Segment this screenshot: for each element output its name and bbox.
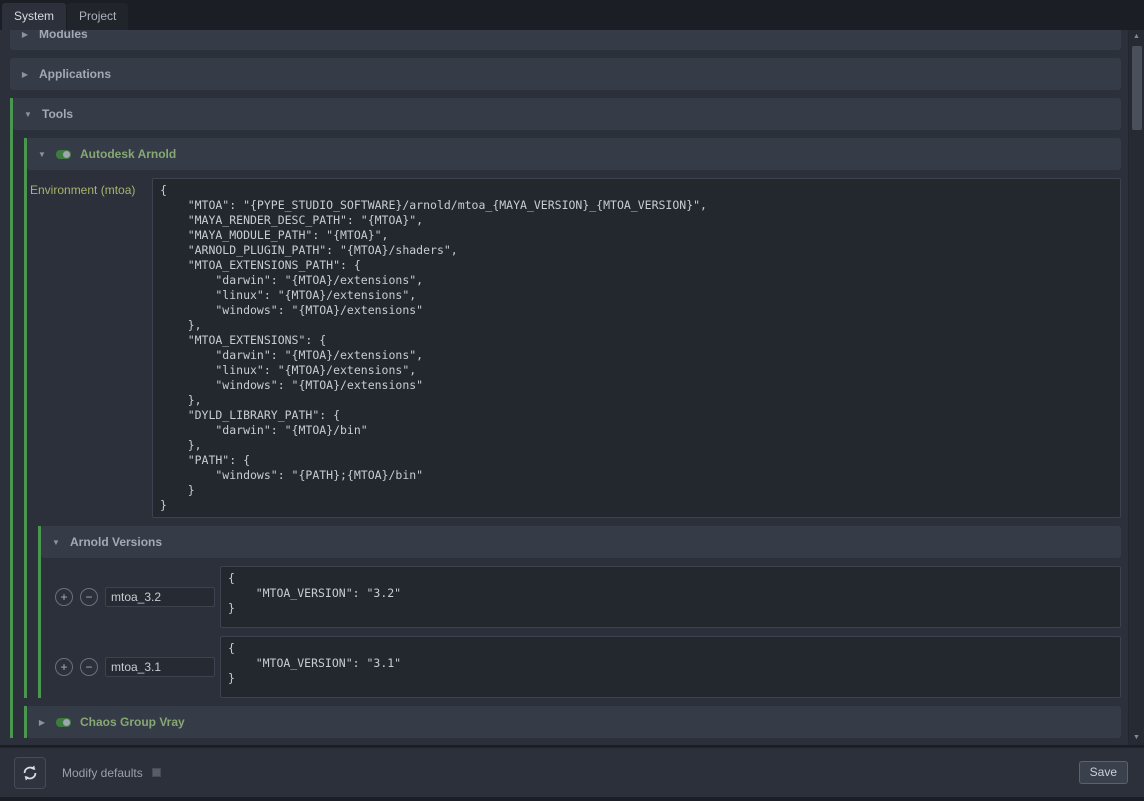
scroll-area: ▶ Modules ▶ Applications ▼ Tools ▼ Autod… xyxy=(0,30,1128,745)
version-row: + − xyxy=(55,636,1121,698)
version-key-input[interactable] xyxy=(105,657,215,677)
section-title-modules: Modules xyxy=(39,30,88,41)
save-button[interactable]: Save xyxy=(1079,761,1128,784)
chevron-right-icon: ▶ xyxy=(20,70,30,79)
section-autodesk-arnold: ▼ Autodesk Arnold Environment (mtoa) ▼ A… xyxy=(24,138,1121,698)
enabled-toggle-icon[interactable] xyxy=(56,150,71,159)
section-arnold-versions: ▼ Arnold Versions + − + − xyxy=(38,526,1121,698)
chevron-right-icon: ▶ xyxy=(37,718,47,727)
section-title-arnold-versions: Arnold Versions xyxy=(70,535,162,549)
toggle-knob xyxy=(63,151,70,158)
version-key-input[interactable] xyxy=(105,587,215,607)
environment-label: Environment (mtoa) xyxy=(27,178,152,197)
version-json-textarea[interactable] xyxy=(220,636,1121,698)
tab-system[interactable]: System xyxy=(2,3,66,30)
environment-row: Environment (mtoa) xyxy=(27,178,1121,518)
modify-defaults-checkbox[interactable] xyxy=(152,768,161,777)
tab-project[interactable]: Project xyxy=(67,3,128,30)
chevron-down-icon: ▼ xyxy=(23,110,33,119)
scrollbar-up-icon[interactable]: ▲ xyxy=(1129,30,1144,44)
chevron-down-icon: ▼ xyxy=(51,538,61,547)
section-title-chaos-group-vray: Chaos Group Vray xyxy=(80,715,185,729)
scrollbar[interactable]: ▲ ▼ xyxy=(1128,30,1144,745)
section-header-modules[interactable]: ▶ Modules xyxy=(10,30,1121,50)
version-row: + − xyxy=(55,566,1121,628)
footer-bar: Modify defaults Save xyxy=(0,747,1144,797)
refresh-button[interactable] xyxy=(14,757,46,789)
remove-version-button[interactable]: − xyxy=(80,658,98,676)
remove-version-button[interactable]: − xyxy=(80,588,98,606)
section-title-tools: Tools xyxy=(42,107,73,121)
add-version-button[interactable]: + xyxy=(55,658,73,676)
section-tools: ▼ Tools ▼ Autodesk Arnold Environment (m… xyxy=(10,98,1121,738)
section-header-autodesk-arnold[interactable]: ▼ Autodesk Arnold xyxy=(27,138,1121,170)
scrollbar-down-icon[interactable]: ▼ xyxy=(1129,731,1144,745)
chevron-right-icon: ▶ xyxy=(20,30,30,39)
section-title-autodesk-arnold: Autodesk Arnold xyxy=(80,147,176,161)
settings-content: ▶ Modules ▶ Applications ▼ Tools ▼ Autod… xyxy=(0,30,1144,745)
section-chaos-group-vray: ▶ Chaos Group Vray xyxy=(24,706,1121,738)
add-version-button[interactable]: + xyxy=(55,588,73,606)
enabled-toggle-icon[interactable] xyxy=(56,718,71,727)
refresh-icon xyxy=(21,764,39,782)
section-header-tools[interactable]: ▼ Tools xyxy=(13,98,1121,130)
section-header-arnold-versions[interactable]: ▼ Arnold Versions xyxy=(41,526,1121,558)
scrollbar-thumb[interactable] xyxy=(1132,46,1142,130)
toggle-knob xyxy=(63,719,70,726)
environment-json-textarea[interactable] xyxy=(152,178,1121,518)
tab-bar: System Project xyxy=(0,0,1144,30)
chevron-down-icon: ▼ xyxy=(37,150,47,159)
section-title-applications: Applications xyxy=(39,67,111,81)
version-json-textarea[interactable] xyxy=(220,566,1121,628)
modify-defaults-label: Modify defaults xyxy=(62,766,143,780)
section-header-applications[interactable]: ▶ Applications xyxy=(10,58,1121,90)
section-header-chaos-group-vray[interactable]: ▶ Chaos Group Vray xyxy=(27,706,1121,738)
